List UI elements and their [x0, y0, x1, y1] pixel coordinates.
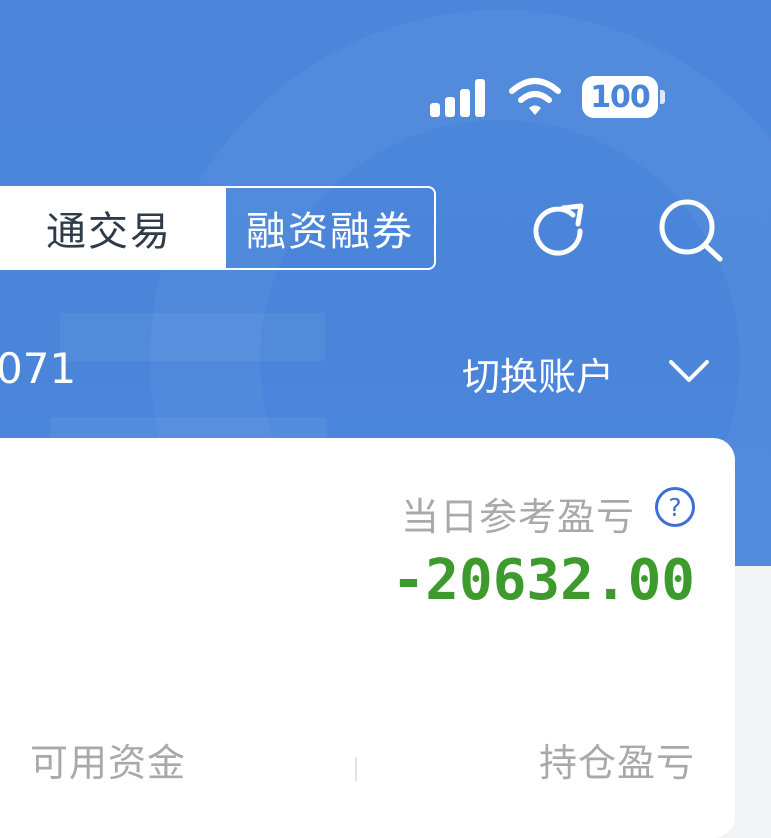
signal-icon — [430, 79, 490, 117]
switch-account-button[interactable]: 切换账户 — [462, 346, 614, 401]
svg-text:?: ? — [668, 493, 681, 522]
daily-pnl-label: 当日参考盈亏 — [400, 495, 635, 539]
tab-margin-trading[interactable]: 融资融券 — [226, 188, 434, 268]
help-icon[interactable]: ? — [654, 486, 696, 528]
chevron-down-icon[interactable] — [668, 358, 710, 384]
search-icon[interactable] — [656, 196, 726, 266]
switch-account-label: 切换账户 — [462, 355, 615, 399]
daily-pnl-value: -20632.00 — [391, 548, 695, 613]
tab-normal-trading[interactable]: 通交易 — [0, 188, 226, 268]
battery-indicator: 100 — [582, 76, 658, 118]
battery-level: 100 — [590, 79, 651, 115]
battery-tip — [660, 90, 665, 104]
refresh-icon[interactable] — [526, 198, 592, 264]
trading-mode-tabs: 通交易 融资融券 — [0, 186, 436, 270]
wifi-icon — [509, 78, 561, 115]
tab-margin-trading-label: 融资融券 — [246, 209, 414, 255]
account-number: 071 — [0, 344, 77, 393]
tab-normal-trading-label: 通交易 — [46, 209, 172, 255]
divider — [355, 757, 357, 781]
decorative-bar — [60, 313, 325, 361]
